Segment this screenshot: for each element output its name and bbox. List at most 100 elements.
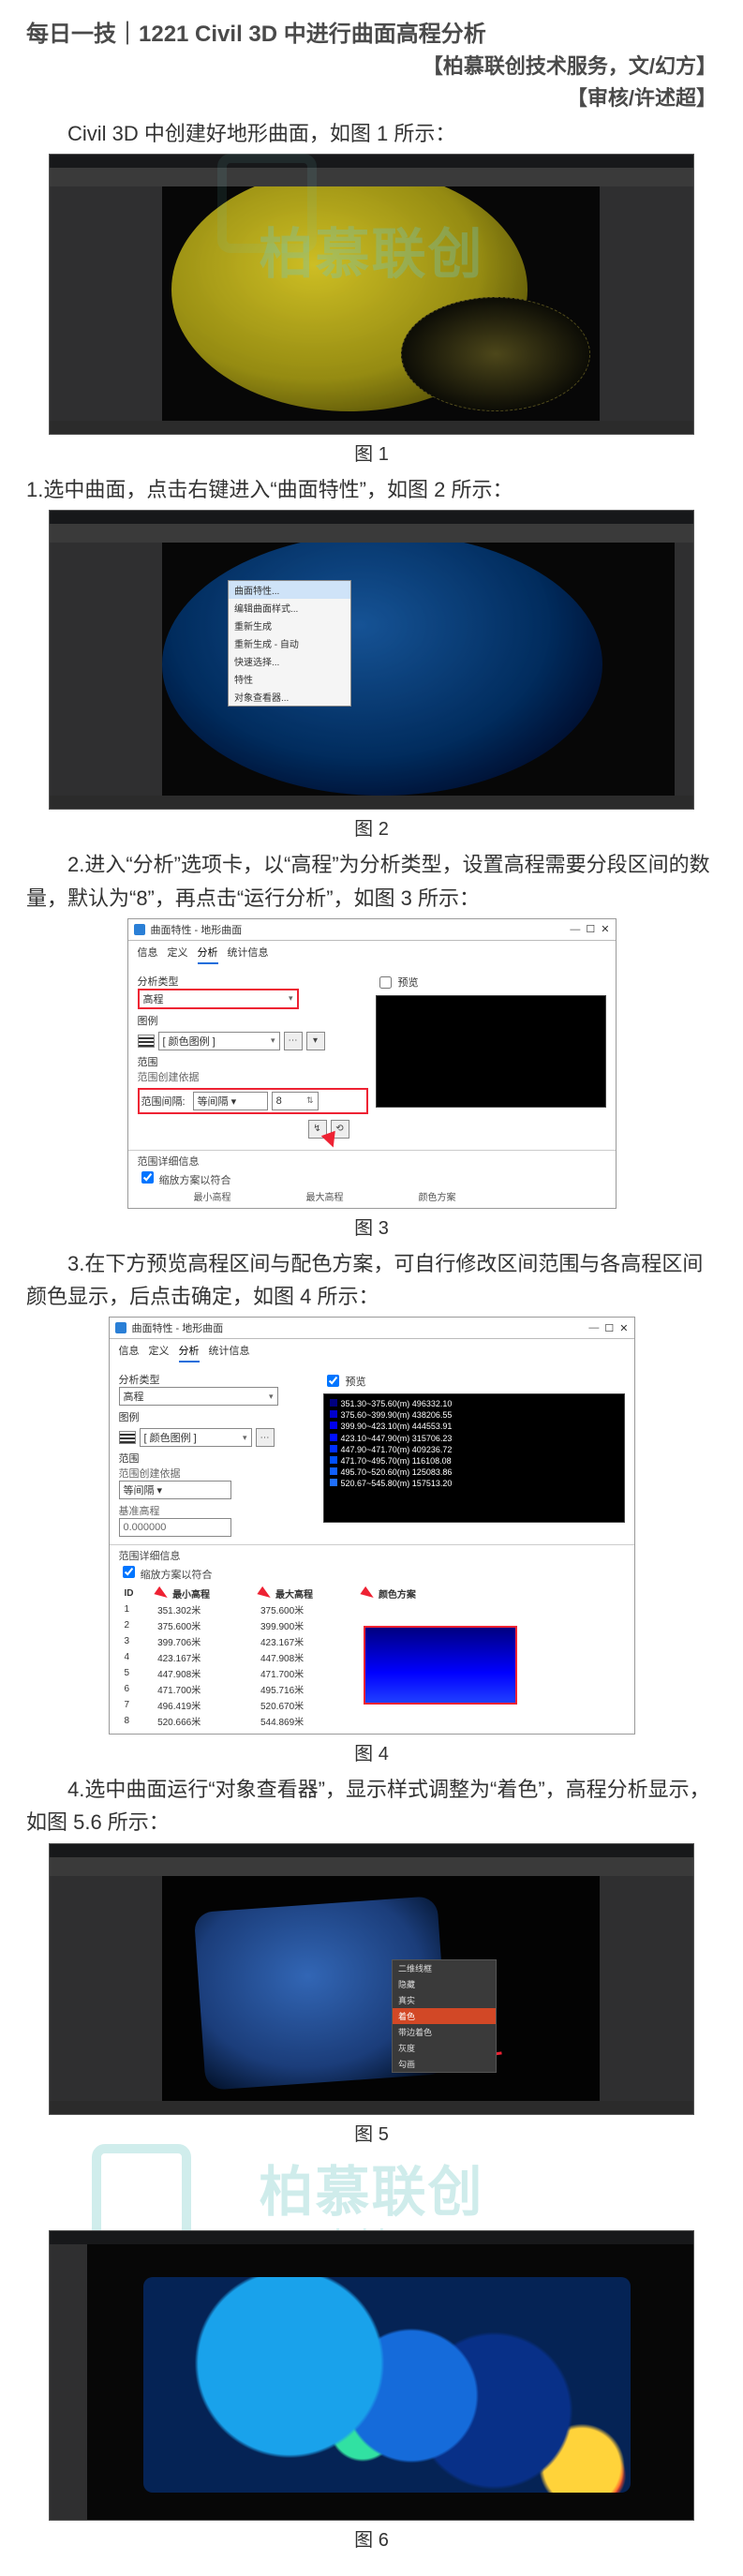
window-titlebar [50, 1844, 693, 1857]
context-menu-item[interactable]: 编辑曲面样式... [229, 599, 350, 617]
legend-swatch [138, 1035, 155, 1048]
viewport [87, 2244, 693, 2520]
context-menu-item[interactable]: 对象查看器... [229, 688, 350, 706]
preview-line: 399.90~423.10(m) 444553.91 [330, 1421, 618, 1432]
right-panel [599, 1876, 693, 2101]
range-count-label: 范围间隔: [141, 1094, 186, 1109]
figure-5-screenshot: 二维线框 隐藏 真实 着色 带边着色 灰度 勾画 [49, 1843, 694, 2115]
th-min: 最小高程 [172, 1586, 210, 1601]
fit-scheme-label: 缩放方案以符合 [141, 1570, 213, 1581]
menu-item[interactable]: 真实 [393, 1992, 496, 2008]
fit-scheme-checkbox[interactable] [123, 1566, 135, 1578]
legend-label: 图例 [119, 1409, 316, 1424]
window-toolbar [50, 1857, 693, 1876]
callout-arrow-icon [257, 1586, 273, 1601]
baseline-input[interactable]: 0.000000 [119, 1518, 231, 1537]
analysis-type-combo[interactable]: 高程▾ [138, 989, 299, 1009]
preview-line: 471.70~495.70(m) 116108.08 [330, 1455, 618, 1467]
range-label: 范围 [119, 1451, 316, 1466]
viewport: 曲面特性... 编辑曲面样式... 重新生成 重新生成 - 自动 快速选择...… [162, 543, 675, 796]
chevron-down-icon: ▾ [269, 1392, 274, 1402]
article-title: 每日一技｜1221 Civil 3D 中进行曲面高程分析 [26, 15, 717, 48]
legend-edit-button[interactable]: ⋯ [284, 1032, 303, 1050]
left-panel [50, 186, 162, 421]
legend-combo[interactable]: [ 颜色图例 ]▾ [158, 1032, 280, 1050]
preview-pane: 351.30~375.60(m) 496332.10 375.60~399.90… [323, 1393, 625, 1523]
preview-label: 预览 [346, 1374, 366, 1389]
context-menu-item[interactable]: 曲面特性... [229, 581, 350, 599]
menu-item[interactable]: 勾画 [393, 2056, 496, 2072]
baseline-value: 0.000000 [124, 1522, 167, 1533]
window-max-button[interactable]: ☐ [586, 923, 595, 935]
range-table: ID 最小高程 最大高程 颜色方案 1351.302米375.600米 2375… [119, 1586, 625, 1729]
analysis-type-combo[interactable]: 高程▾ [119, 1387, 278, 1406]
byline-reviewer: 【审核/许述超】 [26, 82, 717, 112]
app-icon [134, 924, 145, 935]
surface-properties-dialog: 曲面特性 - 地形曲面 — ☐ ✕ 信息 定义 分析 统计信息 分析类型 高程▾… [127, 918, 617, 1209]
window-min-button[interactable]: — [588, 1322, 599, 1333]
step-1-paragraph: 1.选中曲面，点击右键进入“曲面特性”，如图 2 所示： [26, 473, 717, 506]
fit-scheme-checkbox[interactable] [141, 1171, 154, 1184]
legend-combo[interactable]: [ 颜色图例 ]▾ [140, 1428, 252, 1447]
legend-swatch [119, 1431, 136, 1444]
table-row[interactable]: 1351.302米375.600米 [119, 1601, 625, 1617]
callout-arrow-icon [320, 1130, 340, 1150]
menu-item[interactable]: 隐藏 [393, 1976, 496, 1992]
range-count-value: 8 [276, 1095, 282, 1107]
col-max-elev: 最大高程 [306, 1189, 344, 1203]
preview-checkbox[interactable] [327, 1375, 339, 1387]
menu-item[interactable]: 二维线框 [393, 1960, 496, 1976]
context-menu-item[interactable]: 重新生成 - 自动 [229, 634, 350, 652]
create-by-value: 等间隔 ▾ [124, 1482, 163, 1497]
tab-info[interactable]: 信息 [138, 945, 158, 964]
range-count-input[interactable]: 8⇅ [272, 1092, 319, 1110]
context-menu-item[interactable]: 特性 [229, 670, 350, 688]
right-panel [599, 186, 693, 421]
context-menu-item[interactable]: 重新生成 [229, 617, 350, 634]
range-detail-label: 范围详细信息 [119, 1551, 181, 1562]
tab-analysis[interactable]: 分析 [179, 1343, 200, 1362]
window-titlebar [50, 511, 693, 524]
menu-item[interactable]: 灰度 [393, 2040, 496, 2056]
th-id: ID [119, 1586, 153, 1601]
figure-1-screenshot [49, 154, 694, 435]
figure-4-caption: 图 4 [26, 1738, 717, 1765]
legend-style-button[interactable]: ▾ [306, 1032, 325, 1050]
app-icon [115, 1322, 126, 1333]
create-by-combo[interactable]: 等间隔 ▾ [119, 1481, 231, 1499]
tab-def[interactable]: 定义 [149, 1343, 170, 1362]
menu-item[interactable]: 带边着色 [393, 2024, 496, 2040]
color-scheme-swatch[interactable] [364, 1626, 517, 1705]
window-max-button[interactable]: ☐ [604, 1322, 614, 1334]
tab-def[interactable]: 定义 [168, 945, 188, 964]
window-toolbar [50, 524, 693, 543]
tab-stats[interactable]: 统计信息 [228, 945, 269, 964]
tab-analysis[interactable]: 分析 [198, 945, 218, 964]
step-3-paragraph: 3.在下方预览高程区间与配色方案，可自行修改区间范围与各高程区间颜色显示，后点击… [26, 1247, 717, 1313]
window-close-button[interactable]: ✕ [619, 1322, 628, 1334]
figure-6-caption: 图 6 [26, 2524, 717, 2552]
preview-line: 351.30~375.60(m) 496332.10 [330, 1398, 618, 1409]
preview-checkbox[interactable] [379, 976, 392, 989]
analysis-type-label: 分析类型 [119, 1372, 316, 1387]
preview-line: 423.10~447.90(m) 315706.23 [330, 1433, 618, 1444]
analysis-type-value: 高程 [143, 991, 164, 1006]
step-2-paragraph: 2.进入“分析”选项卡，以“高程”为分析类型，设置高程需要分段区间的数量，默认为… [26, 848, 717, 914]
context-menu: 曲面特性... 编辑曲面样式... 重新生成 重新生成 - 自动 快速选择...… [228, 580, 351, 707]
tab-stats[interactable]: 统计信息 [209, 1343, 250, 1362]
window-min-button[interactable]: — [570, 924, 580, 935]
preview-pane [376, 995, 606, 1108]
surface-properties-dialog: 曲面特性 - 地形曲面 — ☐ ✕ 信息 定义 分析 统计信息 分析类型 高程▾… [109, 1317, 635, 1735]
tab-info[interactable]: 信息 [119, 1343, 140, 1362]
window-close-button[interactable]: ✕ [601, 923, 609, 935]
preview-label: 预览 [398, 975, 419, 990]
preview-line: 520.67~545.80(m) 157513.20 [330, 1478, 618, 1489]
preview-line: 375.60~399.90(m) 438206.55 [330, 1409, 618, 1421]
legend-combo-value: [ 颜色图例 ] [163, 1034, 215, 1049]
th-max: 最大高程 [275, 1586, 313, 1601]
context-menu-item[interactable]: 快速选择... [229, 652, 350, 670]
create-by-combo[interactable]: 等间隔 ▾ [193, 1092, 268, 1110]
menu-item[interactable]: 着色 [393, 2008, 496, 2024]
preview-line: 495.70~520.60(m) 125083.86 [330, 1467, 618, 1478]
legend-edit-button[interactable]: ⋯ [256, 1428, 275, 1447]
